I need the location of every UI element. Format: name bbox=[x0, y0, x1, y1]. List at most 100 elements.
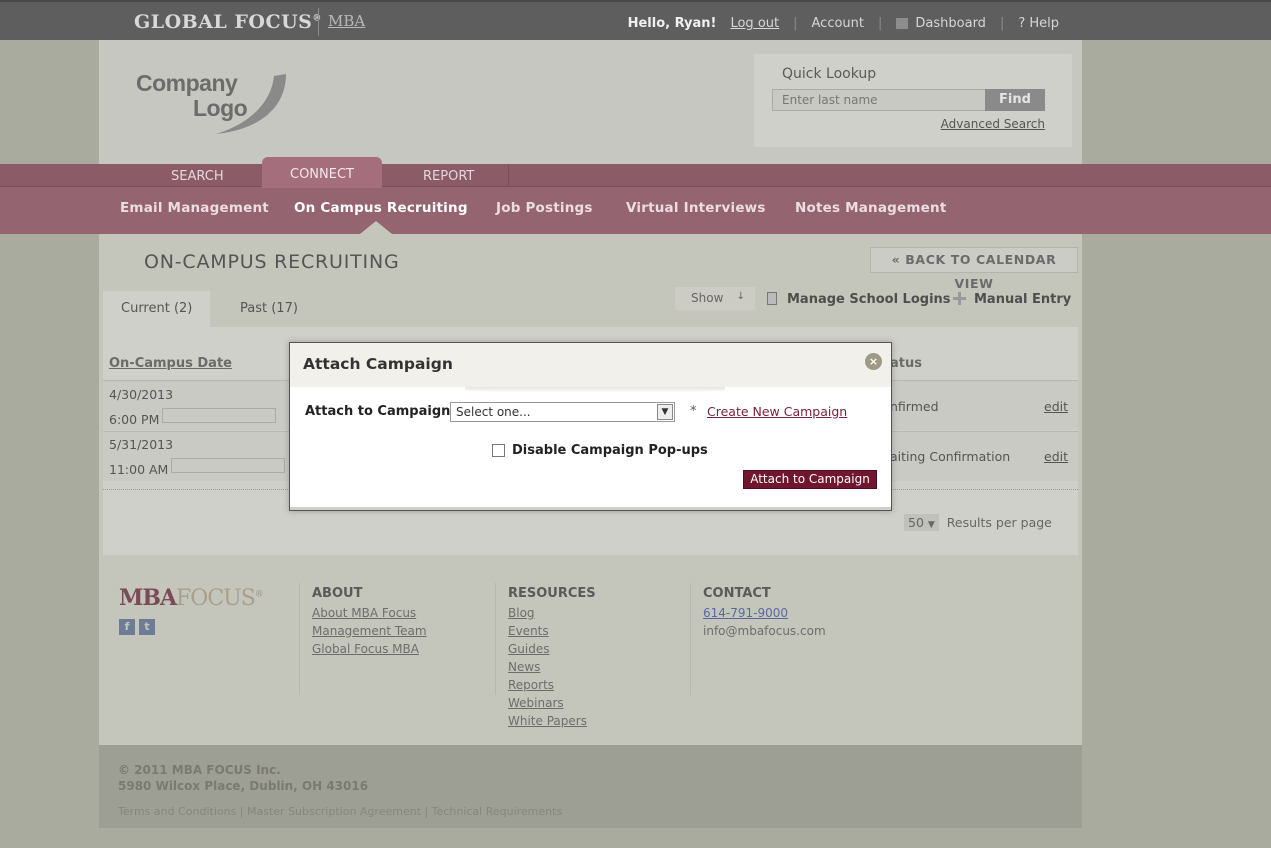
quick-lookup-panel: Quick Lookup Enter last name Find Advanc… bbox=[754, 54, 1072, 147]
results-per-page-select[interactable]: 50 ▼ bbox=[904, 514, 939, 531]
footer-contact: CONTACT 614-791-9000 info@mbafocus.com bbox=[703, 586, 826, 640]
legal-links[interactable]: Terms and Conditions | Master Subscripti… bbox=[118, 805, 562, 818]
find-button[interactable]: Find bbox=[985, 89, 1045, 111]
brand-logo[interactable]: GLOBAL FOCUS® bbox=[134, 11, 322, 33]
subnav-on-campus-recruiting[interactable]: On Campus Recruiting bbox=[294, 200, 468, 216]
results-per-page-label: Results per page bbox=[946, 515, 1052, 530]
attach-to-campaign-button[interactable]: Attach to Campaign bbox=[743, 470, 877, 489]
company-logo[interactable]: Company Logo bbox=[136, 70, 296, 140]
logout-link[interactable]: Log out bbox=[730, 16, 779, 31]
footer-link[interactable]: Events bbox=[508, 622, 596, 640]
footer-divider bbox=[495, 583, 496, 695]
help-link[interactable]: ? Help bbox=[1018, 16, 1059, 31]
footer-link[interactable]: About MBA Focus bbox=[312, 604, 427, 622]
twitter-icon[interactable]: t bbox=[139, 619, 155, 635]
tab-search[interactable]: SEARCH bbox=[171, 169, 224, 184]
footer-about-title: ABOUT bbox=[312, 586, 363, 601]
row-time: 6:00 PM bbox=[109, 412, 160, 427]
footer-resources: RESOURCES Blog Events Guides News Report… bbox=[508, 586, 596, 730]
row-time: 11:00 AM bbox=[109, 462, 169, 477]
greeting: Hello, Ryan! bbox=[627, 16, 717, 31]
logo-line-1: Company bbox=[136, 70, 238, 96]
results-per-page: 50 ▼ Results per page bbox=[904, 514, 1052, 531]
footer-resources-title: RESOURCES bbox=[508, 586, 596, 601]
close-icon[interactable]: × bbox=[865, 353, 882, 370]
show-filter-label: Show bbox=[691, 291, 724, 305]
subnav-virtual-interviews[interactable]: Virtual Interviews bbox=[626, 200, 766, 216]
brand-sub-mba[interactable]: MBA bbox=[328, 12, 365, 30]
header-shadow bbox=[465, 387, 725, 393]
active-subnav-caret bbox=[360, 221, 392, 234]
manual-entry-button[interactable]: Manual Entry bbox=[974, 292, 1071, 307]
footer-logo[interactable]: MBAFOCUS® bbox=[119, 585, 264, 611]
contact-email: info@mbafocus.com bbox=[703, 624, 826, 638]
subnav-job-postings[interactable]: Job Postings bbox=[496, 200, 593, 216]
brand-name: GLOBAL FOCUS bbox=[134, 11, 313, 33]
chevron-down-icon: ▼ bbox=[927, 520, 935, 530]
footer-link[interactable]: Webinars bbox=[508, 694, 596, 712]
chevron-down-icon: ↓ bbox=[736, 291, 745, 302]
facebook-icon[interactable]: f bbox=[119, 619, 135, 635]
footer-logo-mba: MBA bbox=[119, 585, 177, 611]
page-title: ON-CAMPUS RECRUITING bbox=[144, 251, 400, 273]
tab-past[interactable]: Past (17) bbox=[222, 291, 316, 328]
required-marker: * bbox=[690, 404, 697, 419]
footer-link[interactable]: Blog bbox=[508, 604, 596, 622]
logo-line-2: Logo bbox=[193, 95, 248, 121]
advanced-search-link[interactable]: Advanced Search bbox=[941, 117, 1045, 131]
lastname-search-input[interactable]: Enter last name bbox=[772, 89, 986, 111]
subnav-notes-management[interactable]: Notes Management bbox=[795, 200, 947, 216]
quick-lookup-title: Quick Lookup bbox=[782, 66, 877, 82]
tab-report[interactable]: REPORT bbox=[423, 169, 474, 184]
footer-link[interactable]: White Papers bbox=[508, 712, 596, 730]
column-header-status: atus bbox=[890, 356, 922, 371]
manage-school-logins-button[interactable]: Manage School Logins bbox=[787, 292, 951, 307]
footer-contact-title: CONTACT bbox=[703, 586, 771, 601]
plus-icon bbox=[953, 292, 966, 305]
chevron-down-icon[interactable]: ▼ bbox=[657, 404, 673, 420]
row-edit-link[interactable]: edit bbox=[1044, 399, 1068, 414]
campaign-select-value: Select one... bbox=[456, 405, 531, 419]
footer-link[interactable]: Guides bbox=[508, 640, 596, 658]
main-nav: SEARCH CONNECT REPORT Email Management O… bbox=[0, 157, 1271, 234]
dashboard-icon bbox=[896, 18, 909, 29]
attach-campaign-dialog: Attach Campaign × Attach to Campaign: Se… bbox=[289, 342, 892, 511]
copyright-text: © 2011 MBA FOCUS Inc. bbox=[118, 763, 281, 777]
row-date: 4/30/2013 bbox=[109, 387, 174, 402]
row-input[interactable] bbox=[171, 458, 285, 473]
tab-current[interactable]: Current (2) bbox=[103, 291, 211, 328]
footer-link[interactable]: Management Team bbox=[312, 622, 427, 640]
footer-divider bbox=[299, 583, 300, 695]
tab-connect[interactable]: CONNECT bbox=[262, 157, 382, 188]
row-input[interactable] bbox=[162, 408, 276, 423]
row-date: 5/31/2013 bbox=[109, 437, 174, 452]
back-to-calendar-button[interactable]: « BACK TO CALENDAR VIEW bbox=[870, 247, 1078, 291]
campaign-select[interactable]: Select one... ▼ bbox=[450, 402, 675, 422]
user-nav: Hello, Ryan! Log out | Account | Dashboa… bbox=[628, 16, 1059, 31]
header: Company Logo Quick Lookup Enter last nam… bbox=[99, 40, 1082, 165]
dashboard-link[interactable]: Dashboard bbox=[915, 16, 986, 31]
row-status: nfirmed bbox=[890, 399, 939, 414]
contact-phone-link[interactable]: 614-791-9000 bbox=[703, 604, 826, 622]
disable-popups-checkbox[interactable] bbox=[492, 444, 505, 457]
tab-divider bbox=[508, 164, 509, 187]
account-link[interactable]: Account bbox=[812, 16, 865, 31]
subnav-email-management[interactable]: Email Management bbox=[120, 200, 269, 216]
column-header-date[interactable]: On-Campus Date bbox=[109, 356, 232, 371]
dialog-title: Attach Campaign bbox=[303, 355, 453, 373]
address-text: 5980 Wilcox Place, Dublin, OH 43016 bbox=[118, 779, 369, 793]
row-edit-link[interactable]: edit bbox=[1044, 449, 1068, 464]
footer-link[interactable]: Reports bbox=[508, 676, 596, 694]
nav-separator: | bbox=[793, 16, 798, 31]
campaign-select-label: Attach to Campaign: bbox=[305, 404, 456, 419]
row-status: aiting Confirmation bbox=[890, 449, 1011, 464]
copyright: © 2011 MBA FOCUS Inc. 5980 Wilcox Place,… bbox=[118, 762, 368, 794]
nav-separator: | bbox=[878, 16, 883, 31]
footer-link[interactable]: News bbox=[508, 658, 596, 676]
disable-popups-label[interactable]: Disable Campaign Pop-ups bbox=[512, 443, 708, 458]
show-filter-dropdown[interactable]: Show ↓ bbox=[675, 287, 755, 310]
footer-link[interactable]: Global Focus MBA bbox=[312, 640, 427, 658]
brand-divider bbox=[318, 8, 319, 36]
create-new-campaign-link[interactable]: Create New Campaign bbox=[707, 404, 847, 419]
footer-divider bbox=[690, 583, 691, 695]
